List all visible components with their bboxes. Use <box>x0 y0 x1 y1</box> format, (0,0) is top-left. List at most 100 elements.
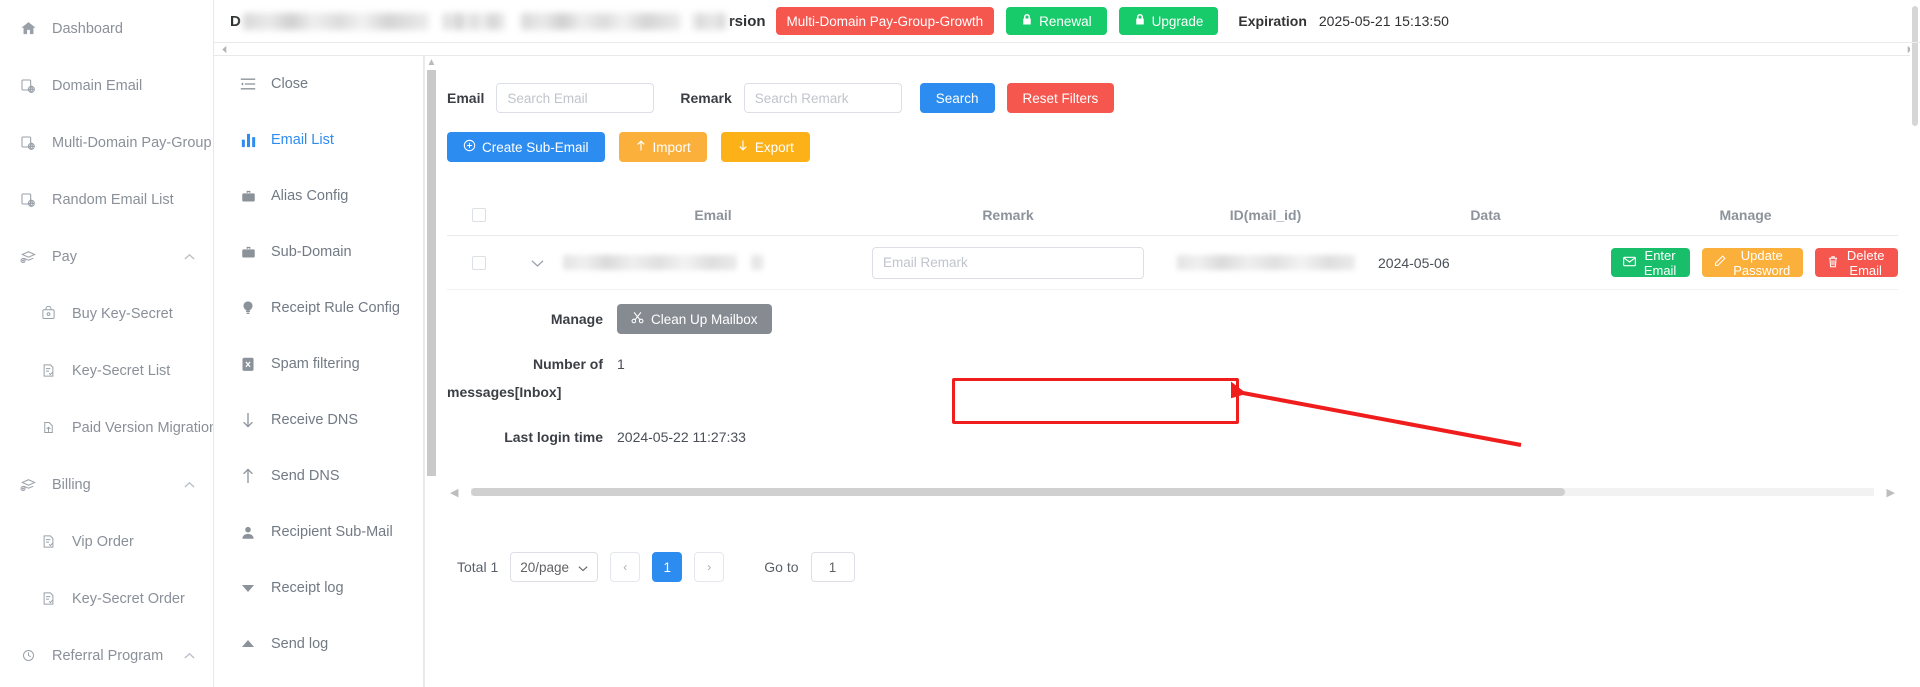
action-row: Create Sub-Email Import Export <box>447 132 1898 162</box>
subnav-item-alias-config[interactable]: Alias Config <box>214 168 423 224</box>
sidebar-item-key-secret-list[interactable]: Key-Secret List <box>0 342 213 399</box>
body-wrap: Close Email List Alias Config Sub-Domain… <box>214 56 1920 687</box>
create-sub-email-button[interactable]: Create Sub-Email <box>447 132 605 162</box>
import-button[interactable]: Import <box>618 132 707 162</box>
list-icon <box>38 533 58 551</box>
search-remark-input[interactable] <box>743 83 902 113</box>
arrow-down-icon <box>238 411 258 429</box>
upgrade-button[interactable]: Upgrade <box>1118 7 1219 35</box>
content-inner: Email Remark Search Reset Filters <box>425 56 1920 582</box>
menu-collapse-icon <box>238 75 258 93</box>
user-icon <box>238 523 258 541</box>
subnav-item-sub-domain[interactable]: Sub-Domain <box>214 224 423 280</box>
page-size-value: 20/page <box>520 559 570 575</box>
pagination: Total 1 20/page ‹ 1 › Go to <box>447 552 1898 582</box>
row-expand-cell[interactable] <box>511 255 563 271</box>
subnav-item-email-list[interactable]: Email List <box>214 112 423 168</box>
primary-sidebar: Dashboard Domain Email Multi-Domain Pay-… <box>0 0 214 687</box>
export-button[interactable]: Export <box>720 132 810 162</box>
sidebar-item-random-email-list[interactable]: Random Email List <box>0 171 213 228</box>
column-header-manage: Manage <box>1719 206 1772 223</box>
chevron-up-icon <box>184 481 195 489</box>
row-select-cell <box>447 255 511 270</box>
page-size-select[interactable]: 20/page <box>510 552 599 582</box>
hscroll-thumb[interactable] <box>471 488 1566 496</box>
sidebar-group-referral-program[interactable]: Referral Program <box>0 627 213 684</box>
sidebar-item-label: Billing <box>52 476 91 493</box>
column-header-date: Data <box>1470 206 1501 223</box>
subnav-item-label: Receipt log <box>271 580 344 596</box>
scroll-right-icon[interactable]: ▶ <box>1884 486 1898 499</box>
sidebar-item-dashboard[interactable]: Dashboard <box>0 0 213 57</box>
subnav-item-recipient-sub-mail[interactable]: Recipient Sub-Mail <box>214 504 423 560</box>
row-email-cell <box>563 255 863 270</box>
clean-up-mailbox-button[interactable]: Clean Up Mailbox <box>617 304 772 334</box>
redacted-email-tag <box>751 255 763 270</box>
subnav-item-spam-filtering[interactable]: Spam filtering <box>214 336 423 392</box>
scroll-left-icon[interactable]: ◀ <box>447 486 461 499</box>
collapse-left-icon[interactable] <box>220 41 229 57</box>
renewal-button[interactable]: Renewal <box>1006 7 1107 35</box>
subnav-item-send-log[interactable]: Send log <box>214 616 423 672</box>
table-horizontal-scrollbar[interactable]: ◀ ▶ <box>447 486 1898 499</box>
page-title-initial: D <box>230 12 241 30</box>
pagination-prev-button[interactable]: ‹ <box>610 552 641 582</box>
subnav-item-label: Recipient Sub-Mail <box>271 524 393 540</box>
pagination-page-1[interactable]: 1 <box>652 552 683 582</box>
row-date-cell: 2024-05-06 <box>1378 255 1593 271</box>
row-date-value: 2024-05-06 <box>1378 254 1450 271</box>
select-all-cell <box>447 207 511 222</box>
domain-email-icon <box>18 77 38 95</box>
search-button[interactable]: Search <box>919 83 995 113</box>
arrow-up-icon <box>238 467 258 485</box>
secondary-nav: Close Email List Alias Config Sub-Domain… <box>214 56 424 687</box>
search-email-input[interactable] <box>496 83 655 113</box>
subnav-item-receive-dns[interactable]: Receive DNS <box>214 392 423 448</box>
email-remark-input[interactable] <box>872 246 1144 279</box>
row-manage-buttons: Enter Email Update Password Delete Email <box>1593 247 1898 278</box>
sidebar-group-billing[interactable]: Billing <box>0 456 213 513</box>
briefcase-icon <box>238 187 258 205</box>
bulb-icon <box>238 299 258 317</box>
detail-last-login-row: Last login time 2024-05-22 11:27:33 <box>447 422 1898 452</box>
sidebar-item-label: Domain Email <box>52 77 143 94</box>
row-manage-cell: Enter Email Update Password Delete Email <box>1593 247 1898 278</box>
panel-collapse-strip[interactable] <box>214 42 1920 56</box>
detail-number-label: Number of messages[Inbox] <box>447 350 617 406</box>
page-scroll-thumb[interactable] <box>1912 6 1918 126</box>
delete-email-button[interactable]: Delete Email <box>1815 248 1898 278</box>
detail-manage-label: Manage <box>550 311 603 327</box>
sidebar-group-pay[interactable]: Pay <box>0 228 213 285</box>
page-vertical-scrollbar[interactable] <box>1910 0 1920 687</box>
pagination-goto-label: Go to <box>764 559 799 575</box>
row-detail-panel: Manage Clean Up Mailbox Number of messag… <box>447 290 1898 486</box>
hscroll-track[interactable] <box>471 488 1874 496</box>
pay-icon <box>18 476 38 494</box>
subnav-item-send-dns[interactable]: Send DNS <box>214 448 423 504</box>
sidebar-item-key-secret-order[interactable]: Key-Secret Order <box>0 570 213 627</box>
subnav-item-receipt-rule-config[interactable]: Receipt Rule Config <box>214 280 423 336</box>
enter-email-label: Enter Email <box>1643 247 1677 278</box>
enter-email-button[interactable]: Enter Email <box>1611 247 1691 278</box>
table-header-row: Email Remark ID(mail_id) Data Manage <box>447 194 1898 236</box>
subnav-item-receipt-log[interactable]: Receipt log <box>214 560 423 616</box>
chevron-down-icon[interactable] <box>530 255 544 271</box>
pencil-icon <box>1714 255 1726 270</box>
sidebar-item-buy-key-secret[interactable]: Buy Key-Secret <box>0 285 213 342</box>
sidebar-item-domain-email[interactable]: Domain Email <box>0 57 213 114</box>
list-icon <box>38 362 58 380</box>
redacted-domain-4 <box>692 12 727 30</box>
row-checkbox[interactable] <box>472 255 486 270</box>
pagination-goto-input[interactable] <box>810 552 855 582</box>
sidebar-item-label: Vip Order <box>72 533 134 550</box>
reset-filters-button[interactable]: Reset Filters <box>1006 83 1115 113</box>
trash-icon <box>1827 255 1839 271</box>
sidebar-item-multi-domain-pay-group[interactable]: Multi-Domain Pay-Group <box>0 114 213 171</box>
update-password-button[interactable]: Update Password <box>1702 248 1804 278</box>
select-all-checkbox[interactable] <box>472 207 486 222</box>
sidebar-item-paid-version-migration[interactable]: Paid Version Migration <box>0 399 213 456</box>
pagination-next-button[interactable]: › <box>694 552 725 582</box>
subnav-item-close[interactable]: Close <box>214 56 423 112</box>
redacted-domain-2 <box>442 12 505 30</box>
sidebar-item-vip-order[interactable]: Vip Order <box>0 513 213 570</box>
